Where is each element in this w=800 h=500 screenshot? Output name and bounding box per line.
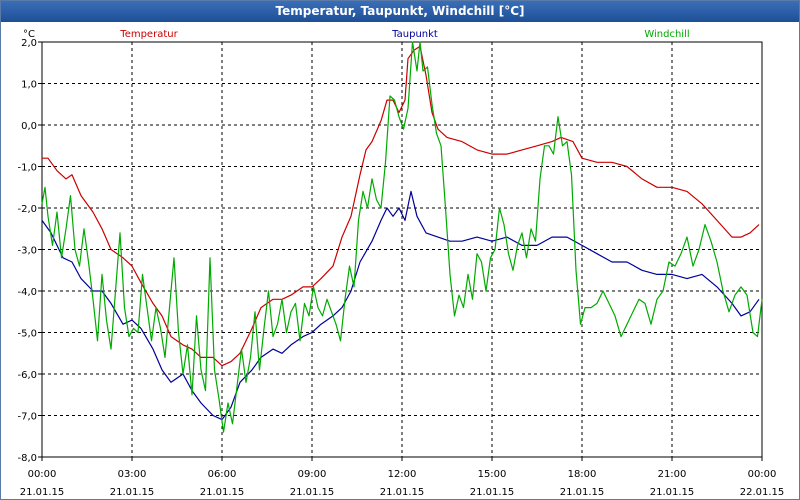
x-tick-date: 21.01.15 <box>470 487 515 498</box>
x-tick-time: 21:00 <box>658 469 687 480</box>
legend-entry-windchill: Windchill <box>644 29 689 40</box>
grid <box>42 42 762 457</box>
x-tick-time: 12:00 <box>388 469 417 480</box>
y-tick-label: -7,0 <box>17 412 37 423</box>
series-line-temperatur <box>42 45 760 367</box>
y-tick-label: 0,0 <box>21 121 37 132</box>
chart-window: Temperatur, Taupunkt, Windchill [°C] 2,0… <box>0 0 800 500</box>
x-tick-date: 21.01.15 <box>20 487 65 498</box>
series-line-taupunkt <box>41 190 760 421</box>
y-tick-label: -4,0 <box>17 287 37 298</box>
y-tick-label: -6,0 <box>17 370 37 381</box>
x-tick-date: 21.01.15 <box>560 487 605 498</box>
legend: Temperatur Taupunkt Windchill <box>119 29 689 40</box>
y-tick-label: -1,0 <box>17 163 37 174</box>
y-tick-label: -8,0 <box>17 453 37 464</box>
x-axis: 00:00 21.01.15 03:00 21.01.15 06:00 21.01.15 0… <box>20 457 785 498</box>
line-chart: 2,01,00,0-1,0-2,0-3,0-4,0-5,0-6,0-7,0-8,… <box>17 29 785 498</box>
x-tick-time: 03:00 <box>118 469 147 480</box>
window-title: Temperatur, Taupunkt, Windchill [°C] <box>1 1 799 22</box>
x-tick-time: 00:00 <box>748 469 777 480</box>
x-tick-date: 22.01.15 <box>740 487 785 498</box>
legend-entry-taupunkt: Taupunkt <box>391 29 438 40</box>
y-tick-label: 1,0 <box>21 80 37 91</box>
x-tick-time: 15:00 <box>478 469 507 480</box>
x-tick-date: 21.01.15 <box>380 487 425 498</box>
x-tick-time: 09:00 <box>298 469 327 480</box>
y-axis: 2,01,00,0-1,0-2,0-3,0-4,0-5,0-6,0-7,0-8,… <box>17 29 42 464</box>
y-axis-unit: °C <box>23 29 35 40</box>
y-tick-label: -3,0 <box>17 246 37 257</box>
y-tick-label: -2,0 <box>17 204 37 215</box>
y-tick-label: -5,0 <box>17 329 37 340</box>
legend-entry-temperatur: Temperatur <box>119 29 178 40</box>
x-tick-date: 21.01.15 <box>110 487 155 498</box>
x-tick-date: 21.01.15 <box>200 487 245 498</box>
x-tick-time: 06:00 <box>208 469 237 480</box>
x-tick-time: 18:00 <box>568 469 597 480</box>
x-tick-date: 21.01.15 <box>650 487 695 498</box>
x-tick-date: 21.01.15 <box>290 487 335 498</box>
x-tick-time: 00:00 <box>28 469 57 480</box>
